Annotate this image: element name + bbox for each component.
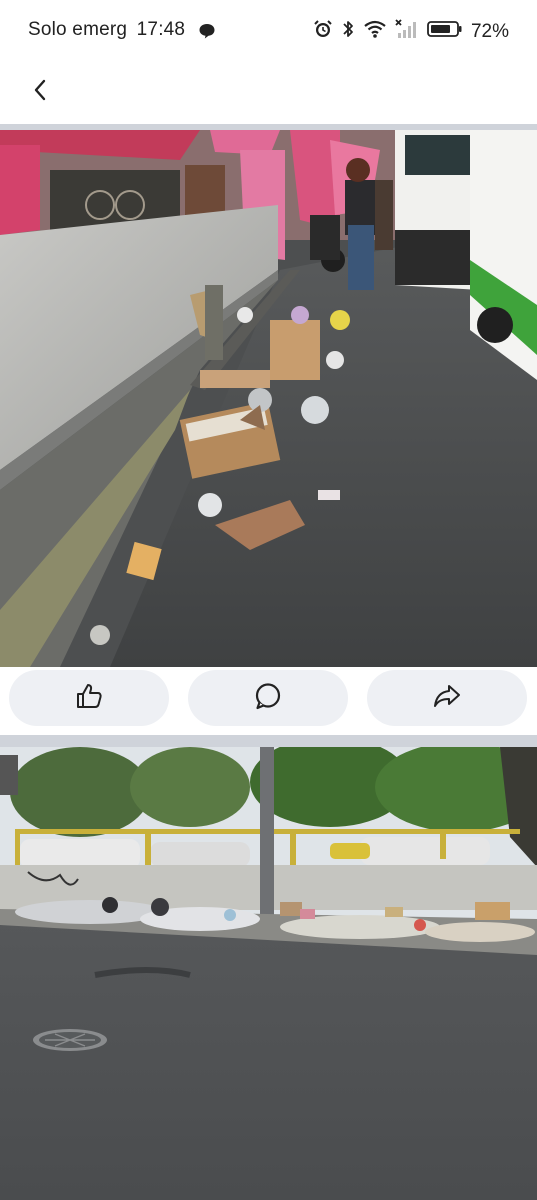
trash-along-roadside-wall-photo[interactable] bbox=[0, 747, 537, 1200]
bluetooth-icon bbox=[341, 19, 355, 44]
battery-percentage: 72% bbox=[470, 20, 509, 42]
clock: 17:48 bbox=[136, 19, 186, 40]
status-bar: Solo emerg 17:48 72% bbox=[0, 0, 537, 62]
like-button[interactable] bbox=[9, 670, 169, 726]
share-button[interactable] bbox=[367, 670, 527, 726]
chat-bubble-icon bbox=[198, 22, 216, 45]
comment-button[interactable] bbox=[188, 670, 348, 726]
post-action-bar bbox=[0, 667, 537, 735]
separator bbox=[0, 735, 537, 747]
alarm-icon bbox=[313, 19, 333, 44]
carrier-label: Solo emerg bbox=[28, 19, 128, 40]
back-button[interactable] bbox=[22, 74, 58, 110]
share-icon bbox=[432, 681, 462, 716]
thumbs-up-icon bbox=[74, 681, 104, 716]
wifi-icon bbox=[363, 19, 387, 44]
comment-icon bbox=[253, 681, 283, 716]
trash-along-market-sidewalk-photo[interactable] bbox=[0, 130, 537, 667]
no-signal-icon bbox=[395, 19, 419, 44]
status-icons: 72% bbox=[313, 19, 509, 44]
battery-icon bbox=[427, 19, 463, 44]
chevron-left-icon bbox=[32, 78, 48, 107]
top-bar bbox=[0, 62, 537, 124]
status-text: Solo emerg 17:48 bbox=[28, 19, 185, 41]
